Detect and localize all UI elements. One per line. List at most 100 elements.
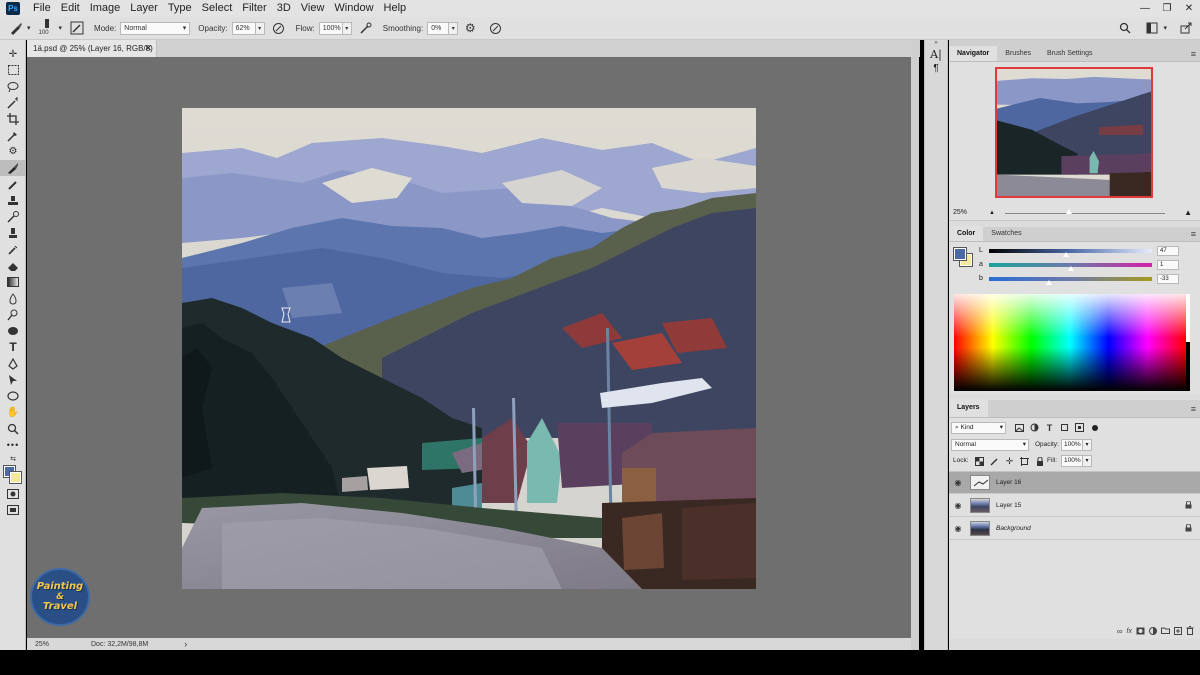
panel-menu-icon[interactable]: ≡ <box>1191 404 1196 414</box>
layer-fill-dropdown[interactable]: ▾ <box>1083 455 1092 467</box>
opacity-dropdown[interactable]: ▾ <box>255 21 265 35</box>
navigator-zoom-value[interactable]: 25% <box>953 209 979 216</box>
swap-colors-icon[interactable]: ⇆ <box>0 453 26 465</box>
spectrum-white-bar[interactable] <box>1186 294 1190 342</box>
tab-brush-settings[interactable]: Brush Settings <box>1039 46 1101 61</box>
new-group-icon[interactable] <box>1161 627 1170 636</box>
chevron-down-icon[interactable]: ▾ <box>59 24 63 32</box>
menu-image[interactable]: Image <box>85 0 126 17</box>
layer-fill-input[interactable]: 100% <box>1061 455 1083 467</box>
lasso-tool-icon[interactable] <box>0 79 26 95</box>
slider-value-l[interactable]: 47 <box>1157 246 1179 256</box>
filter-toggle-icon[interactable] <box>1088 421 1101 434</box>
mode-select[interactable]: Normal ▾ <box>120 21 191 35</box>
adjustment-layer-icon[interactable] <box>1149 626 1157 637</box>
flow-dropdown[interactable]: ▾ <box>342 21 352 35</box>
tab-layers[interactable]: Layers <box>949 399 988 417</box>
layer-opacity-input[interactable]: 100% <box>1061 439 1083 451</box>
extra-tools-icon[interactable]: ••• <box>0 437 26 453</box>
menu-filter[interactable]: Filter <box>237 0 271 17</box>
gradient-tool-icon[interactable] <box>0 274 26 290</box>
blur-tool-icon[interactable] <box>0 290 26 306</box>
opacity-input[interactable]: 62% <box>231 21 256 35</box>
layer-name[interactable]: Layer 16 <box>996 479 1021 486</box>
crop-tool-icon[interactable] <box>0 111 26 127</box>
close-icon[interactable]: ✕ <box>144 40 152 57</box>
link-layers-icon[interactable]: ∞ <box>1117 627 1123 636</box>
filter-shape-icon[interactable] <box>1058 421 1071 434</box>
layer-name[interactable]: Background <box>996 525 1031 532</box>
filter-type-icon[interactable]: T <box>1043 421 1056 434</box>
slider-row-l[interactable]: L 47 <box>979 246 1199 259</box>
add-mask-icon[interactable] <box>1136 627 1145 637</box>
sponge-tool-icon[interactable] <box>0 323 26 339</box>
lock-artboard-icon[interactable] <box>1018 455 1031 468</box>
slider-track-b[interactable] <box>989 277 1152 281</box>
status-zoom[interactable]: 25% <box>35 641 75 648</box>
quick-mask-icon[interactable] <box>0 485 26 501</box>
move-tool-icon[interactable]: ✛ <box>0 46 26 62</box>
menu-file[interactable]: File <box>28 0 56 17</box>
dodge-tool-icon[interactable] <box>0 307 26 323</box>
search-icon[interactable] <box>1117 20 1133 36</box>
pen-tool-icon[interactable] <box>0 356 26 372</box>
slider-row-b[interactable]: b -33 <box>979 274 1199 287</box>
smoothing-dropdown[interactable]: ▾ <box>449 21 459 35</box>
panel-menu-icon[interactable]: ≡ <box>1191 49 1196 59</box>
zoom-slider-thumb[interactable] <box>1066 209 1072 214</box>
layer-filter-kind[interactable]: ⌕ Kind ▾ <box>951 422 1006 434</box>
navigator-thumbnail[interactable] <box>995 67 1153 198</box>
layer-name[interactable]: Layer 15 <box>996 502 1021 509</box>
tab-navigator[interactable]: Navigator <box>949 46 998 61</box>
filter-adjustment-icon[interactable] <box>1028 421 1041 434</box>
spectrum-black-bar[interactable] <box>1186 342 1190 391</box>
slider-track-l[interactable] <box>989 249 1152 253</box>
layer-opacity-dropdown[interactable]: ▾ <box>1083 439 1092 451</box>
restore-icon[interactable]: ❐ <box>1156 0 1178 17</box>
filter-smart-object-icon[interactable] <box>1073 421 1086 434</box>
slider-thumb-l[interactable] <box>1062 252 1069 257</box>
lock-position-icon[interactable]: ✛ <box>1003 455 1016 468</box>
brush-panel-toggle-icon[interactable] <box>69 20 85 36</box>
history-brush-tool-icon[interactable] <box>0 209 26 225</box>
zoom-tool-icon[interactable] <box>0 421 26 437</box>
zoom-out-icon[interactable]: ▲ <box>989 210 995 216</box>
chevron-down-icon[interactable]: ▾ <box>1163 24 1167 32</box>
foreground-color-chip[interactable] <box>953 247 967 261</box>
lock-pixels-icon[interactable] <box>988 455 1001 468</box>
panel-menu-icon[interactable]: ≡ <box>1191 229 1196 239</box>
dock-divider[interactable] <box>911 40 919 650</box>
navigator-zoom-slider[interactable] <box>1005 213 1165 214</box>
slider-row-a[interactable]: a 1 <box>979 260 1199 273</box>
document-canvas[interactable] <box>182 108 756 589</box>
trash-icon[interactable] <box>1186 626 1194 637</box>
menu-help[interactable]: Help <box>379 0 412 17</box>
menu-edit[interactable]: Edit <box>56 0 85 17</box>
magic-wand-tool-icon[interactable] <box>0 95 26 111</box>
status-menu-arrow[interactable]: › <box>184 639 187 649</box>
pressure-size-icon[interactable] <box>487 20 503 36</box>
screen-mode-icon[interactable] <box>0 502 26 518</box>
expand-icon[interactable]: » <box>925 40 947 47</box>
zoom-in-icon[interactable]: ▲ <box>1184 208 1192 217</box>
chevron-down-icon[interactable]: ▾ <box>27 24 31 32</box>
spot-healing-tool-icon[interactable]: ⚙ <box>0 144 26 160</box>
path-selection-tool-icon[interactable] <box>0 372 26 388</box>
gear-icon[interactable]: ⚙ <box>462 20 478 36</box>
stamp-tool-icon[interactable] <box>0 225 26 241</box>
tab-swatches[interactable]: Swatches <box>983 226 1029 241</box>
color-swatches-widget[interactable] <box>0 465 26 485</box>
menu-select[interactable]: Select <box>197 0 238 17</box>
slider-value-a[interactable]: 1 <box>1157 260 1179 270</box>
fx-icon[interactable]: fx <box>1127 628 1132 635</box>
new-layer-icon[interactable] <box>1174 626 1182 637</box>
background-color-swatch[interactable] <box>9 471 22 485</box>
workspace-icon[interactable] <box>1144 20 1160 36</box>
menu-layer[interactable]: Layer <box>125 0 163 17</box>
layer-row-background[interactable]: ◉ Background <box>949 518 1200 540</box>
menu-3d[interactable]: 3D <box>272 0 296 17</box>
clone-stamp-tool-icon[interactable] <box>0 193 26 209</box>
share-icon[interactable] <box>1178 20 1194 36</box>
brush-preset-icon[interactable] <box>8 20 24 36</box>
brush-tool-icon[interactable] <box>0 160 26 177</box>
